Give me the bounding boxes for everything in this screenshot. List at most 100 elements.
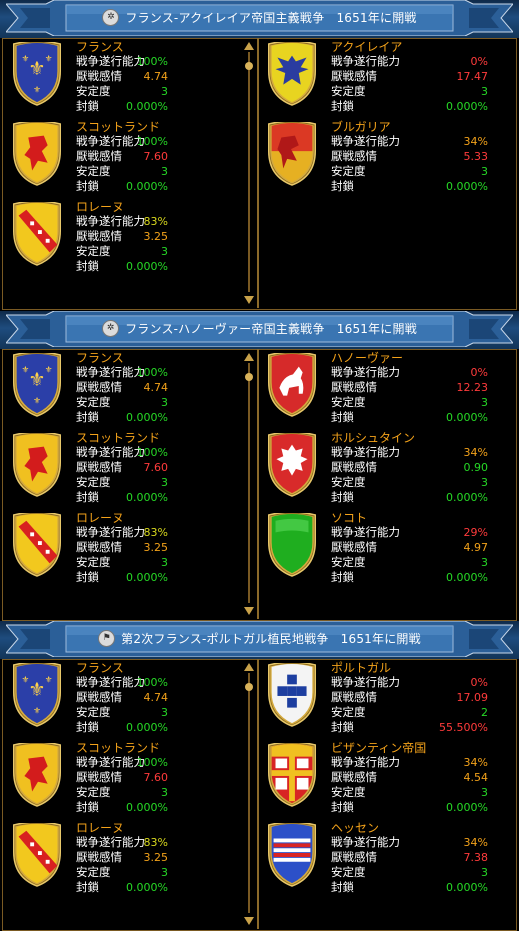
stat-label: 封鎖 (76, 410, 99, 424)
scroll-up-arrow-icon[interactable] (244, 663, 254, 671)
stat-label: 戦争遂行能力 (76, 675, 145, 689)
holstein-shield-icon[interactable] (265, 431, 319, 497)
svg-text:⚜: ⚜ (28, 368, 45, 391)
scroll-down-arrow-icon[interactable] (244, 607, 254, 615)
globe-icon: ✲ (102, 319, 120, 337)
nation-entry-bulgaria[interactable]: ブルガリア 戦争遂行能力 34% 厭戦感情 5.33 安定度 3 封鎖 0.000% (265, 120, 510, 200)
stat-label: 戦争遂行能力 (331, 525, 400, 539)
stat-label: 厭戦感情 (76, 69, 122, 83)
stat-value: 3 (161, 476, 168, 489)
france-shield-icon[interactable]: ⚜ ⚜ ⚜ ⚜ (10, 661, 64, 727)
stat-label: 厭戦感情 (331, 69, 377, 83)
war-title: ⚑ 第2次フランス-ポルトガル植民地戦争 1651年に開戦 (92, 628, 427, 648)
scroll-thumb[interactable] (245, 373, 253, 381)
scroll-up-arrow-icon[interactable] (244, 42, 254, 50)
lorraine-shield-icon[interactable] (10, 511, 64, 577)
nation-entry-portugal[interactable]: ポルトガル 戦争遂行能力 0% 厭戦感情 17.09 安定度 2 封鎖 55.500% (265, 661, 510, 741)
stat-value: 4.97 (463, 541, 489, 554)
nation-name[interactable]: ソコト (331, 511, 367, 526)
scrollbar[interactable] (244, 42, 254, 304)
nation-name[interactable]: ロレーヌ (76, 821, 124, 836)
stat-label: 安定度 (331, 475, 366, 489)
france-shield-icon[interactable]: ⚜ ⚜ ⚜ ⚜ (10, 40, 64, 106)
stat-value: 0.000% (126, 571, 168, 584)
scotland-shield-icon[interactable] (10, 741, 64, 807)
stat-label: 安定度 (331, 785, 366, 799)
nation-entry-hesse[interactable]: ヘッセン 戦争遂行能力 34% 厭戦感情 7.38 安定度 3 封鎖 0.000% (265, 821, 510, 901)
stat-value: 3 (481, 786, 488, 799)
stat-value: 100% (136, 366, 168, 379)
portugal-shield-icon[interactable] (265, 661, 319, 727)
scroll-thumb[interactable] (245, 62, 253, 70)
stat-label: 戦争遂行能力 (331, 675, 400, 689)
svg-text:⚜: ⚜ (45, 365, 53, 375)
stat-value: 34% (463, 135, 488, 148)
nation-entry-scotland[interactable]: スコットランド 戦争遂行能力 100% 厭戦感情 7.60 安定度 3 封鎖 0.000% (10, 431, 242, 511)
stat-label: 封鎖 (76, 800, 99, 814)
scrollbar[interactable] (244, 663, 254, 925)
scotland-shield-icon[interactable] (10, 431, 64, 497)
scroll-down-arrow-icon[interactable] (244, 296, 254, 304)
nation-entry-scotland[interactable]: スコットランド 戦争遂行能力 100% 厭戦感情 7.60 安定度 3 封鎖 0.000% (10, 120, 242, 200)
scotland-shield-icon[interactable] (10, 120, 64, 186)
nation-name[interactable]: フランス (76, 351, 124, 366)
nation-name[interactable]: スコットランド (76, 120, 160, 135)
nation-name[interactable]: ポルトガル (331, 661, 391, 676)
stat-value: 3 (481, 165, 488, 178)
scroll-track[interactable] (248, 52, 250, 292)
aquileia-shield-icon[interactable] (265, 40, 319, 106)
nation-entry-aquileia[interactable]: アクイレイア 戦争遂行能力 0% 厭戦感情 17.47 安定度 3 封鎖 0.000% (265, 40, 510, 120)
scroll-track[interactable] (248, 673, 250, 913)
stat-label: 封鎖 (76, 570, 99, 584)
sokoto-shield-icon[interactable] (265, 511, 319, 577)
nation-entry-lorraine[interactable]: ロレーヌ 戦争遂行能力 83% 厭戦感情 3.25 安定度 3 封鎖 0.000% (10, 821, 242, 901)
nation-entry-france[interactable]: ⚜ ⚜ ⚜ ⚜ フランス 戦争遂行能力 100% 厭戦感情 4.74 安定度 3 封鎖 0.00… (10, 661, 242, 741)
france-shield-icon[interactable]: ⚜ ⚜ ⚜ ⚜ (10, 351, 64, 417)
stat-value: 34% (463, 446, 488, 459)
lorraine-shield-icon[interactable] (10, 200, 64, 266)
stat-value: 34% (463, 756, 488, 769)
stat-value: 17.09 (456, 691, 489, 704)
nation-name[interactable]: ブルガリア (331, 120, 391, 135)
stat-label: 戦争遂行能力 (76, 525, 145, 539)
nation-name[interactable]: ビザンティン帝国 (331, 741, 426, 756)
nation-entry-france[interactable]: ⚜ ⚜ ⚜ ⚜ フランス 戦争遂行能力 100% 厭戦感情 4.74 安定度 3 封鎖 0.00… (10, 40, 242, 120)
nation-entry-holstein[interactable]: ホルシュタイン 戦争遂行能力 34% 厭戦感情 0.90 安定度 3 封鎖 0.000% (265, 431, 510, 511)
bulgaria-shield-icon[interactable] (265, 120, 319, 186)
scroll-down-arrow-icon[interactable] (244, 917, 254, 925)
nation-name[interactable]: ヘッセン (331, 821, 379, 836)
stat-value: 3 (481, 396, 488, 409)
nation-name[interactable]: フランス (76, 661, 124, 676)
nation-name[interactable]: スコットランド (76, 431, 160, 446)
scroll-track[interactable] (248, 363, 250, 603)
nation-entry-lorraine[interactable]: ロレーヌ 戦争遂行能力 83% 厭戦感情 3.25 安定度 3 封鎖 0.000% (10, 200, 242, 280)
stat-label: 厭戦感情 (76, 540, 122, 554)
nation-entry-france[interactable]: ⚜ ⚜ ⚜ ⚜ フランス 戦争遂行能力 100% 厭戦感情 4.74 安定度 3 封鎖 0.00… (10, 351, 242, 431)
svg-text:⚜: ⚜ (33, 706, 41, 716)
hesse-shield-icon[interactable] (265, 821, 319, 887)
nation-name[interactable]: アクイレイア (331, 40, 402, 55)
stat-label: 戦争遂行能力 (331, 134, 400, 148)
nation-entry-scotland[interactable]: スコットランド 戦争遂行能力 100% 厭戦感情 7.60 安定度 3 封鎖 0.000% (10, 741, 242, 821)
nation-name[interactable]: フランス (76, 40, 124, 55)
hanover-shield-icon[interactable] (265, 351, 319, 417)
svg-text:⚜: ⚜ (21, 54, 29, 64)
war-title-text: フランス-ハノーヴァー帝国主義戦争 1651年に開戦 (125, 321, 417, 336)
scroll-thumb[interactable] (245, 683, 253, 691)
nation-name[interactable]: ハノーヴァー (331, 351, 403, 366)
nation-entry-hanover[interactable]: ハノーヴァー 戦争遂行能力 0% 厭戦感情 12.23 安定度 3 封鎖 0.000% (265, 351, 510, 431)
stat-label: 安定度 (331, 555, 366, 569)
nation-name[interactable]: スコットランド (76, 741, 160, 756)
lorraine-shield-icon[interactable] (10, 821, 64, 887)
nation-entry-byzantium[interactable]: ビザンティン帝国 戦争遂行能力 34% 厭戦感情 4.54 安定度 3 封鎖 0.000% (265, 741, 510, 821)
nation-name[interactable]: ロレーヌ (76, 200, 124, 215)
nation-entry-lorraine[interactable]: ロレーヌ 戦争遂行能力 83% 厭戦感情 3.25 安定度 3 封鎖 0.000% (10, 511, 242, 591)
byzantium-shield-icon[interactable] (265, 741, 319, 807)
nation-entry-sokoto[interactable]: ソコト 戦争遂行能力 29% 厭戦感情 4.97 安定度 3 封鎖 0.000% (265, 511, 510, 591)
stat-value: 3 (161, 786, 168, 799)
scrollbar[interactable] (244, 353, 254, 615)
nation-name[interactable]: ホルシュタイン (331, 431, 415, 446)
nation-name[interactable]: ロレーヌ (76, 511, 124, 526)
stat-value: 3 (161, 396, 168, 409)
scroll-up-arrow-icon[interactable] (244, 353, 254, 361)
